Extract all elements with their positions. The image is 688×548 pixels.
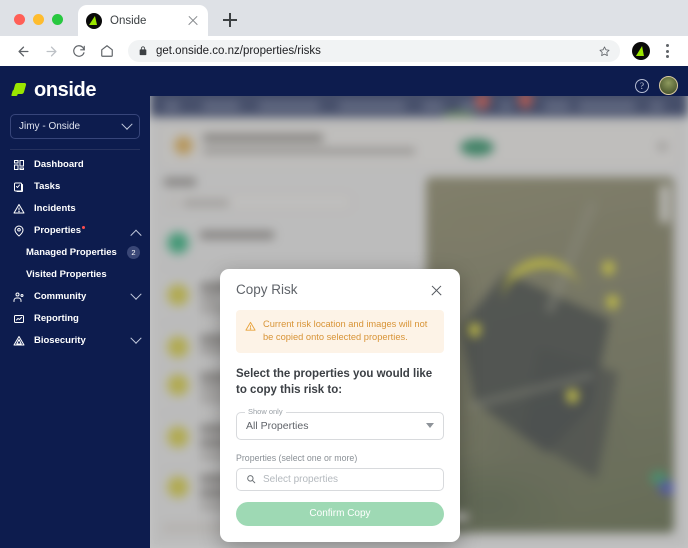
sidebar-item-properties[interactable]: Properties [0, 220, 150, 241]
sidebar-divider [10, 149, 140, 150]
community-people-icon [12, 290, 26, 304]
select-properties-input[interactable]: Select properties [236, 467, 444, 491]
browser-toolbar: get.onside.co.nz/properties/risks [0, 36, 688, 66]
forward-button[interactable] [38, 38, 64, 64]
org-selector-value: Jimy - Onside [19, 121, 81, 132]
onside-favicon-icon [86, 12, 102, 29]
page-viewport: ? onside Jimy - Onside Dashboard Tasks I… [0, 66, 688, 548]
search-icon [246, 474, 256, 484]
app-header-navy-strip [150, 66, 688, 96]
close-icon[interactable] [430, 284, 444, 298]
sidebar-item-label: Biosecurity [34, 335, 86, 346]
show-only-legend: Show only [245, 408, 286, 416]
brand-name: onside [34, 79, 97, 101]
maximize-window-button[interactable] [52, 14, 63, 25]
sidebar-item-label: Tasks [34, 181, 61, 192]
tab-close-icon[interactable] [186, 14, 200, 28]
search-placeholder-text: Select properties [263, 473, 339, 485]
sidebar-item-label: Properties [34, 225, 132, 236]
sidebar-subitem-label: Managed Properties [26, 247, 117, 258]
browser-tab[interactable]: Onside [78, 5, 208, 36]
brand-logo: onside [0, 66, 150, 102]
help-circle-icon[interactable]: ? [635, 78, 649, 93]
show-only-value: All Properties [246, 419, 309, 432]
reporting-chart-icon [12, 312, 26, 326]
home-button[interactable] [94, 38, 120, 64]
app-header-actions: ? [635, 76, 678, 95]
new-tab-button[interactable] [218, 8, 242, 32]
sidebar: onside Jimy - Onside Dashboard Tasks Inc… [0, 66, 150, 548]
reload-button[interactable] [66, 38, 92, 64]
sidebar-item-properties-text: Properties [34, 225, 81, 236]
browser-chrome: Onside get.onside.co.nz/properties/risks [0, 0, 688, 66]
sidebar-item-visited-properties[interactable]: Visited Properties [0, 264, 150, 285]
sidebar-item-incidents[interactable]: Incidents [0, 198, 150, 219]
sidebar-item-label: Incidents [34, 203, 76, 214]
sidebar-item-label: Community [34, 291, 87, 302]
sidebar-subitem-label: Visited Properties [26, 269, 107, 280]
screenshot-root: Onside get.onside.co.nz/properties/risks… [0, 0, 688, 548]
copy-risk-modal: Copy Risk Current risk location and imag… [220, 269, 460, 542]
onside-logo-icon [11, 82, 29, 99]
tasks-icon [12, 180, 26, 194]
confirm-copy-button[interactable]: Confirm Copy [236, 501, 444, 526]
close-window-button[interactable] [14, 14, 25, 25]
sidebar-item-managed-properties[interactable]: Managed Properties 2 [0, 242, 150, 263]
window-traffic-lights [14, 14, 63, 25]
sidebar-item-reporting[interactable]: Reporting [0, 308, 150, 329]
page-title: Copy Risk [236, 282, 298, 297]
sidebar-item-label: Dashboard [34, 159, 84, 170]
sidebar-item-tasks[interactable]: Tasks [0, 176, 150, 197]
sidebar-item-biosecurity[interactable]: Biosecurity [0, 330, 150, 351]
url-text: get.onside.co.nz/properties/risks [156, 45, 321, 57]
dashboard-icon [12, 158, 26, 172]
browser-menu-button[interactable] [656, 38, 678, 64]
properties-pin-icon [12, 224, 26, 238]
sidebar-item-label: Reporting [34, 313, 79, 324]
minimize-window-button[interactable] [33, 14, 44, 25]
incidents-warning-icon [12, 202, 26, 216]
address-bar[interactable]: get.onside.co.nz/properties/risks [128, 40, 620, 62]
chevron-down-icon[interactable] [130, 288, 142, 300]
avatar[interactable] [659, 76, 678, 95]
lock-icon [138, 46, 148, 56]
properties-field-label: Properties (select one or more) [236, 452, 358, 463]
warning-triangle-icon [245, 319, 256, 337]
show-only-select[interactable]: Show only All Properties [236, 408, 444, 440]
tab-title: Onside [110, 14, 147, 27]
notification-dot-icon [82, 225, 85, 229]
tab-strip: Onside [0, 0, 688, 36]
chevron-down-icon[interactable] [130, 332, 142, 344]
status-badge: 2 [127, 246, 140, 259]
star-icon[interactable] [599, 46, 610, 57]
chevron-down-icon [121, 118, 133, 130]
back-button[interactable] [10, 38, 36, 64]
warning-alert: Current risk location and images will no… [236, 310, 444, 353]
sidebar-item-dashboard[interactable]: Dashboard [0, 154, 150, 175]
biosecurity-icon [12, 334, 26, 348]
onside-extension-icon[interactable] [632, 42, 650, 60]
warning-alert-text: Current risk location and images will no… [263, 319, 428, 343]
caret-down-icon [426, 423, 434, 429]
modal-prompt: Select the properties you would like to … [236, 367, 433, 397]
sidebar-nav: Dashboard Tasks Incidents Properties Man… [0, 154, 150, 351]
sidebar-item-community[interactable]: Community [0, 286, 150, 307]
org-selector[interactable]: Jimy - Onside [10, 114, 140, 139]
modal-header: Copy Risk [236, 282, 444, 298]
chevron-up-icon[interactable] [130, 229, 142, 241]
